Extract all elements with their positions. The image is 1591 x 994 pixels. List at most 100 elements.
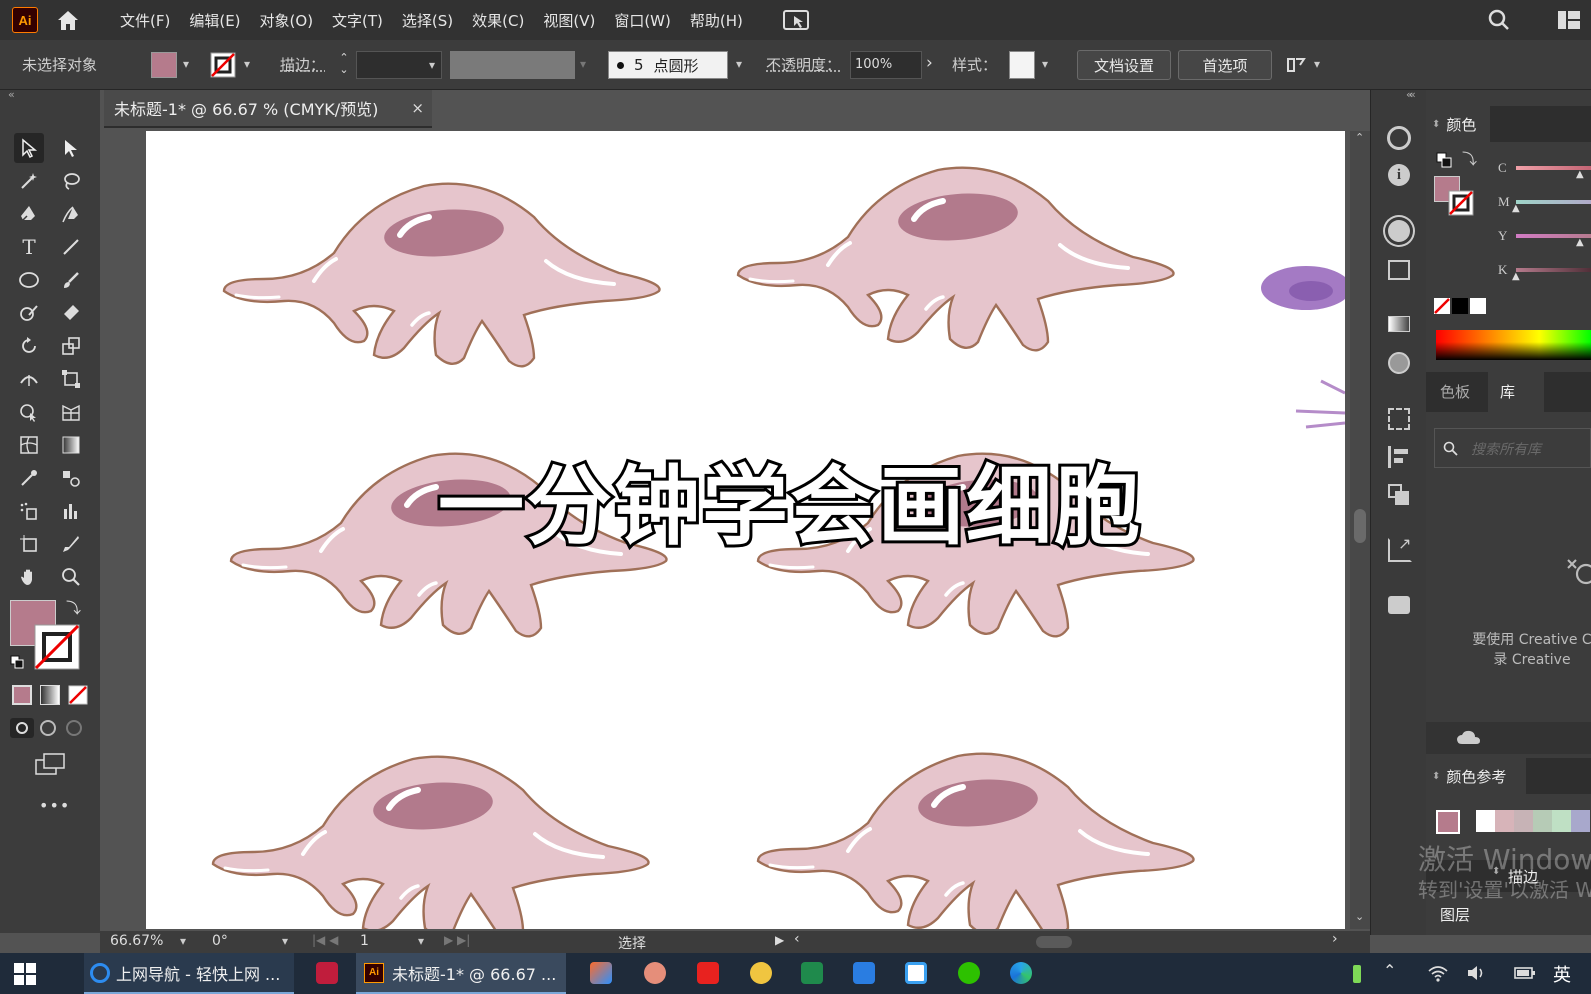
- zoom-tool[interactable]: [56, 562, 86, 592]
- shape-builder-tool[interactable]: [14, 397, 44, 427]
- transform-panel-icon[interactable]: [1388, 408, 1410, 430]
- app-icon-settings[interactable]: [905, 962, 927, 984]
- swap-fill-stroke-icon[interactable]: ⤵: [66, 597, 81, 618]
- gradient-panel-icon[interactable]: [1388, 316, 1410, 332]
- zoom-dropdown-icon[interactable]: ▾: [180, 934, 186, 948]
- info-panel-icon[interactable]: i: [1388, 164, 1410, 186]
- column-graph-tool[interactable]: [56, 496, 86, 526]
- search-icon[interactable]: [1486, 7, 1512, 33]
- menu-view[interactable]: 视图(V): [543, 10, 595, 31]
- battery-tray-icon[interactable]: [1353, 965, 1361, 983]
- fill-dropdown-icon[interactable]: ▾: [183, 57, 189, 71]
- draw-normal-button[interactable]: [10, 718, 34, 738]
- status-menu-icon[interactable]: ▶: [775, 933, 784, 947]
- menu-edit[interactable]: 编辑(E): [189, 10, 240, 31]
- color-mode-button[interactable]: [12, 685, 32, 705]
- variable-width-profile[interactable]: [450, 51, 575, 79]
- shaper-tool[interactable]: [14, 298, 44, 328]
- pathfinder-panel-icon[interactable]: [1388, 484, 1410, 506]
- taskbar-illustrator-button[interactable]: Ai 未标题-1* @ 66.67 ...: [356, 953, 566, 994]
- black-color-chip[interactable]: [1452, 298, 1468, 314]
- close-tab-icon[interactable]: ×: [411, 99, 424, 117]
- collapse-panel-icon[interactable]: «: [8, 88, 15, 101]
- pen-tool[interactable]: [14, 199, 44, 229]
- eyedropper-tool[interactable]: [14, 463, 44, 493]
- collapse-dock-icon[interactable]: «: [1406, 88, 1413, 101]
- document-tab[interactable]: 未标题-1* @ 66.67 % (CMYK/预览) ×: [104, 90, 432, 128]
- menu-window[interactable]: 窗口(W): [614, 10, 671, 31]
- brushes-panel-icon[interactable]: [1388, 220, 1410, 242]
- input-method-indicator[interactable]: 英: [1553, 961, 1571, 987]
- opacity-arrow-icon[interactable]: ›: [926, 53, 933, 73]
- panel-stroke-swatch[interactable]: [1448, 190, 1474, 216]
- rotate-tool[interactable]: [14, 331, 44, 361]
- screen-mode-icon[interactable]: [34, 752, 66, 776]
- menu-effect[interactable]: 效果(C): [472, 10, 524, 31]
- zoom-level[interactable]: 66.67%: [110, 933, 163, 949]
- rotation-value[interactable]: 0°: [212, 933, 228, 949]
- blend-tool[interactable]: [56, 463, 86, 493]
- arrange-dropdown-icon[interactable]: ▾: [1314, 57, 1320, 71]
- document-setup-button[interactable]: 文档设置: [1077, 50, 1171, 80]
- app-icon-triangle[interactable]: [590, 962, 612, 984]
- edge-browser-icon[interactable]: [1010, 962, 1032, 984]
- draw-behind-button[interactable]: [40, 720, 56, 736]
- battery-icon[interactable]: [1514, 965, 1536, 981]
- none-color-chip[interactable]: [1434, 298, 1450, 314]
- app-icon-flower[interactable]: [750, 962, 772, 984]
- preferences-button[interactable]: 首选项: [1178, 50, 1272, 80]
- edit-toolbar-icon[interactable]: •••: [39, 796, 70, 815]
- channel-m-knob[interactable]: ▲: [1512, 203, 1520, 214]
- harmony-swatch[interactable]: [1533, 810, 1552, 832]
- tab-libraries[interactable]: 库: [1488, 372, 1544, 412]
- stroke-color-box[interactable]: [34, 624, 80, 670]
- app-icon-avatar[interactable]: [644, 962, 666, 984]
- wifi-icon[interactable]: [1428, 964, 1448, 982]
- line-tool[interactable]: [56, 232, 86, 262]
- horizontal-scroll-thumb[interactable]: [1036, 936, 1072, 948]
- draw-inside-button[interactable]: [66, 720, 82, 736]
- vertical-scrollbar[interactable]: ⌃ ⌄: [1350, 131, 1370, 929]
- rotation-dropdown-icon[interactable]: ▾: [282, 934, 288, 948]
- color-spectrum[interactable]: [1436, 330, 1591, 360]
- first-artboard-icon[interactable]: |◀ ◀: [312, 933, 338, 947]
- white-color-chip[interactable]: [1470, 298, 1486, 314]
- comments-panel-icon[interactable]: [1388, 596, 1410, 614]
- artboard-dropdown-icon[interactable]: ▾: [418, 934, 424, 948]
- menu-select[interactable]: 选择(S): [402, 10, 453, 31]
- gradient-tool[interactable]: [56, 430, 86, 460]
- harmony-swatch[interactable]: [1514, 810, 1533, 832]
- opacity-label[interactable]: 不透明度：: [766, 54, 841, 75]
- volume-icon[interactable]: [1466, 964, 1486, 982]
- channel-k-knob[interactable]: ▲: [1512, 271, 1520, 282]
- style-dropdown-icon[interactable]: ▾: [1042, 57, 1048, 71]
- harmony-swatch[interactable]: [1571, 810, 1590, 832]
- cell-illustration[interactable]: [738, 168, 1174, 351]
- export-panel-icon[interactable]: ↗: [1388, 534, 1412, 562]
- gradient-mode-button[interactable]: [40, 685, 60, 705]
- menu-file[interactable]: 文件(F): [120, 10, 170, 31]
- vertical-scroll-thumb[interactable]: [1354, 509, 1366, 543]
- scroll-down-icon[interactable]: ⌄: [1355, 910, 1364, 923]
- wechat-icon[interactable]: [958, 962, 980, 984]
- cloud-sync-icon[interactable]: [1456, 729, 1482, 747]
- app-icon-excel[interactable]: [801, 962, 823, 984]
- mesh-tool[interactable]: [14, 430, 44, 460]
- brush-definition-select[interactable]: 5 点圆形: [608, 51, 728, 79]
- channel-k-slider[interactable]: [1516, 268, 1591, 272]
- symbols-panel-icon[interactable]: [1388, 260, 1410, 280]
- harmony-swatch[interactable]: [1552, 810, 1571, 832]
- offscreen-purple-cell[interactable]: [1261, 266, 1345, 429]
- last-artboard-icon[interactable]: ▶ ▶|: [444, 933, 470, 947]
- stroke-weight-input[interactable]: ▾: [356, 51, 442, 79]
- color-panel-tab[interactable]: ⬍ 颜色: [1426, 106, 1490, 142]
- direct-selection-tool[interactable]: [56, 133, 86, 163]
- eraser-tool[interactable]: [56, 298, 86, 328]
- graphic-style-swatch[interactable]: [1009, 51, 1035, 79]
- cell-illustration[interactable]: [224, 184, 660, 367]
- scale-tool[interactable]: [56, 331, 86, 361]
- stroke-none-swatch[interactable]: [210, 52, 236, 78]
- free-transform-tool[interactable]: [56, 364, 86, 394]
- artboard-tool[interactable]: [14, 529, 44, 559]
- scroll-left-icon[interactable]: ‹: [794, 931, 800, 947]
